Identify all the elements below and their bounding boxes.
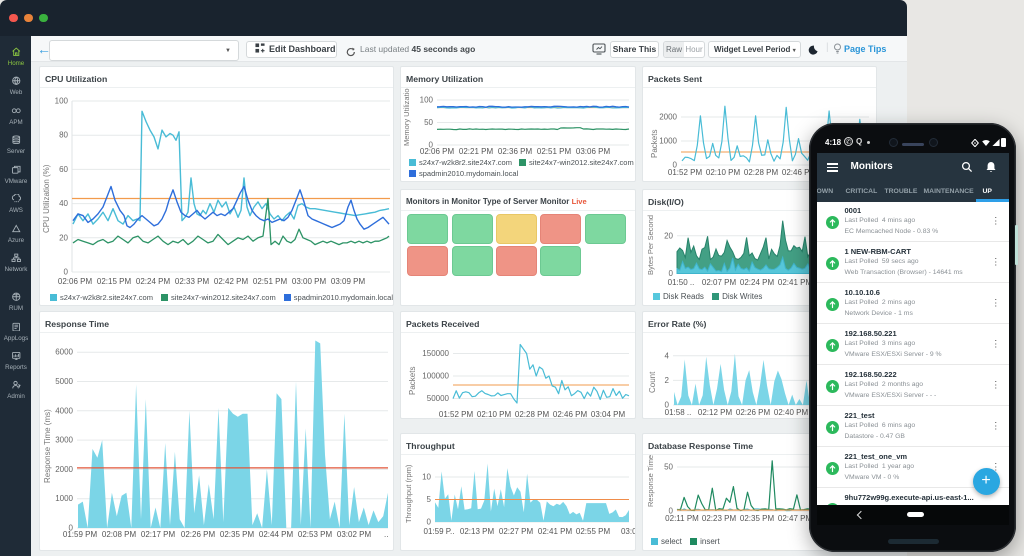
svg-text:..: .. [384,530,388,539]
svg-text:02:23 PM: 02:23 PM [702,514,737,523]
svg-text:01:50 ..: 01:50 .. [668,278,695,287]
svg-text:10: 10 [422,473,431,482]
svg-text:02:40 PM: 02:40 PM [774,408,809,417]
svg-text:Count: Count [648,371,657,393]
svg-text:02:27 PM: 02:27 PM [499,527,534,536]
svg-text:4000: 4000 [55,406,73,415]
svg-text:02:35 PM: 02:35 PM [220,530,255,539]
svg-text:Response Time (..: Response Time (.. [646,455,655,507]
svg-text:2: 2 [665,376,670,385]
svg-text:02:21 PM: 02:21 PM [459,147,494,156]
svg-text:02:46 PM: 02:46 PM [553,410,588,419]
svg-text:3000: 3000 [55,436,73,445]
svg-text:2000: 2000 [659,113,677,122]
svg-text:03:09 PM: 03:09 PM [331,277,366,286]
svg-text:02:33 PM: 02:33 PM [175,277,210,286]
svg-text:02:11 PM: 02:11 PM [665,514,699,523]
svg-text:20: 20 [664,231,673,240]
svg-text:02:36 PM: 02:36 PM [498,147,533,156]
svg-text:Response Time (ms): Response Time (ms) [43,409,52,483]
svg-text:03:04 PM: 03:04 PM [591,410,626,419]
svg-text:02:42 PM: 02:42 PM [214,277,249,286]
svg-text:40: 40 [59,199,68,208]
svg-text:02:06 PM: 02:06 PM [58,277,93,286]
svg-text:01:52 PM: 01:52 PM [668,168,703,177]
svg-text:01:59 PM: 01:59 PM [63,530,98,539]
svg-text:02:10 PM: 02:10 PM [477,410,512,419]
svg-text:01:59 P..: 01:59 P.. [424,527,455,536]
svg-text:02:06 PM: 02:06 PM [420,147,455,156]
svg-text:02:44 PM: 02:44 PM [259,530,294,539]
svg-text:02:08 PM: 02:08 PM [102,530,137,539]
svg-text:100000: 100000 [422,372,449,381]
svg-text:02:51 PM: 02:51 PM [253,277,288,286]
svg-text:50: 50 [664,463,673,472]
svg-text:02:53 PM: 02:53 PM [298,530,333,539]
svg-text:80: 80 [59,131,68,140]
svg-text:100: 100 [420,96,434,105]
svg-text:02:28 PM: 02:28 PM [744,168,779,177]
svg-text:50000: 50000 [427,394,450,403]
svg-text:0: 0 [427,518,432,527]
svg-text:01:58 ..: 01:58 .. [665,408,692,417]
svg-text:100: 100 [55,97,69,106]
svg-text:Throughput (rpm): Throughput (rpm) [404,464,413,523]
svg-text:02:24 PM: 02:24 PM [740,278,775,287]
svg-text:03:0..: 03:0.. [621,527,636,536]
svg-text:02:41 PM: 02:41 PM [538,527,573,536]
svg-text:5000: 5000 [55,377,73,386]
svg-text:03:00 PM: 03:00 PM [292,277,327,286]
svg-text:02:55 PM: 02:55 PM [576,527,611,536]
svg-text:03:02 PM: 03:02 PM [337,530,372,539]
svg-text:Memory Utilizatio..: Memory Utilizatio.. [402,88,411,146]
svg-text:02:17 PM: 02:17 PM [141,530,176,539]
svg-text:02:26 PM: 02:26 PM [736,408,771,417]
svg-text:02:41 PM: 02:41 PM [778,278,813,287]
svg-text:02:07 PM: 02:07 PM [702,278,737,287]
svg-text:02:26 PM: 02:26 PM [181,530,216,539]
svg-text:Bytes Per Second: Bytes Per Second [646,215,655,275]
svg-text:02:24 PM: 02:24 PM [136,277,171,286]
svg-text:1000: 1000 [659,137,677,146]
svg-text:20: 20 [59,233,68,242]
svg-text:Packets: Packets [650,130,659,158]
svg-text:02:47 PM: 02:47 PM [778,514,813,523]
svg-text:1000: 1000 [55,494,73,503]
svg-text:4: 4 [665,351,670,360]
svg-text:6000: 6000 [55,348,73,357]
svg-text:02:15 PM: 02:15 PM [97,277,132,286]
svg-text:03:06 PM: 03:06 PM [576,147,611,156]
svg-text:02:13 PM: 02:13 PM [460,527,495,536]
svg-text:2000: 2000 [55,465,73,474]
svg-text:0: 0 [669,269,674,278]
svg-text:Packets: Packets [408,367,417,395]
svg-text:02:10 PM: 02:10 PM [706,168,741,177]
svg-text:02:35 PM: 02:35 PM [740,514,775,523]
svg-text:150000: 150000 [422,349,449,358]
svg-text:50: 50 [424,118,433,127]
svg-text:02:12 PM: 02:12 PM [698,408,733,417]
svg-text:60: 60 [59,165,68,174]
svg-text:01:52 PM: 01:52 PM [439,410,474,419]
svg-text:5: 5 [427,495,432,504]
svg-text:CPU Utilization (%): CPU Utilization (%) [42,164,51,233]
svg-text:0: 0 [64,268,69,277]
svg-text:02:28 PM: 02:28 PM [515,410,550,419]
svg-text:02:51 PM: 02:51 PM [537,147,572,156]
